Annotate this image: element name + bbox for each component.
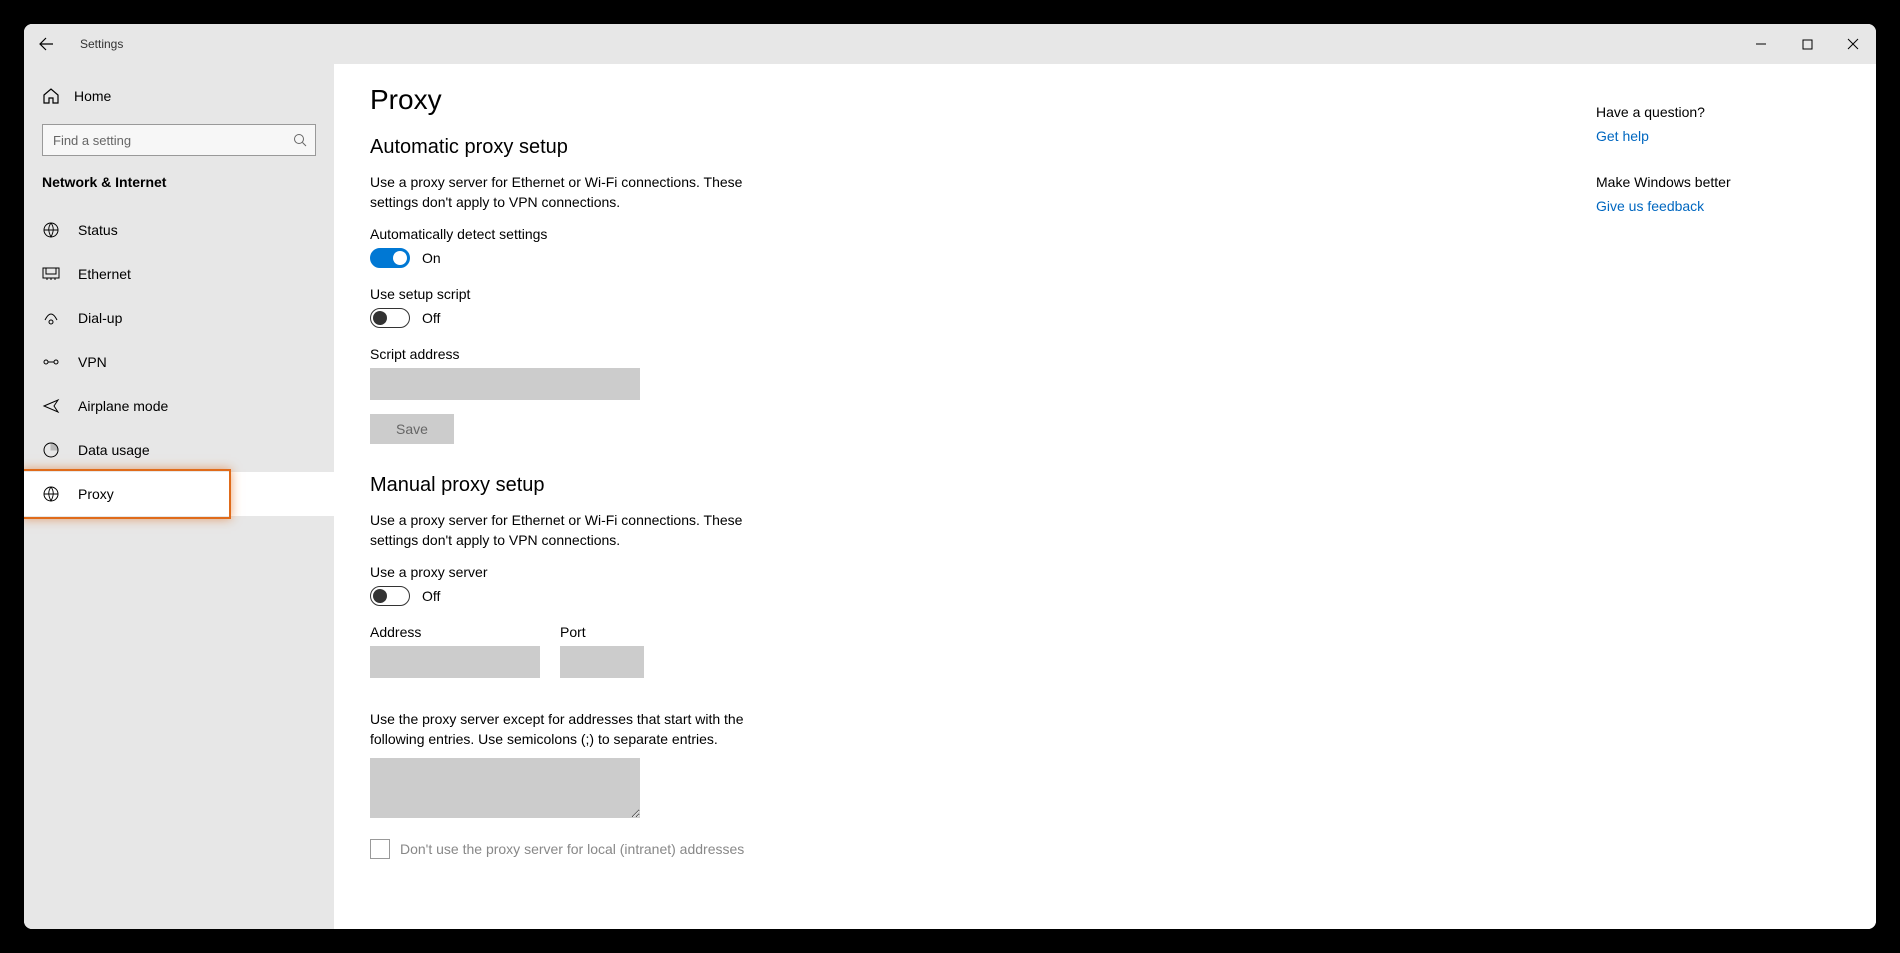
sidebar-item-label: Airplane mode	[78, 398, 168, 414]
sidebar-item-vpn[interactable]: VPN	[24, 340, 334, 384]
sidebar-item-label: Ethernet	[78, 266, 131, 282]
window-title: Settings	[80, 37, 123, 51]
status-icon	[42, 221, 60, 239]
sidebar-item-airplane[interactable]: Airplane mode	[24, 384, 334, 428]
vpn-icon	[42, 353, 60, 371]
search-icon	[293, 133, 307, 147]
ethernet-icon	[42, 265, 60, 283]
airplane-icon	[42, 397, 60, 415]
use-proxy-label: Use a proxy server	[370, 564, 1840, 580]
sidebar-item-label: Data usage	[78, 442, 150, 458]
search-input[interactable]	[51, 132, 293, 149]
auto-save-button: Save	[370, 414, 454, 444]
address-input	[370, 646, 540, 678]
sidebar-item-proxy[interactable]: Proxy	[24, 472, 334, 516]
section-manual-title: Manual proxy setup	[370, 474, 1840, 497]
manual-description: Use a proxy server for Ethernet or Wi-Fi…	[370, 511, 770, 550]
right-panel: Have a question? Get help Make Windows b…	[1596, 104, 1836, 244]
close-icon	[1847, 38, 1859, 50]
exceptions-label: Use the proxy server except for addresse…	[370, 710, 770, 749]
sidebar-item-label: Proxy	[78, 486, 114, 502]
minimize-icon	[1755, 38, 1767, 50]
auto-detect-state: On	[422, 250, 441, 266]
setup-script-toggle[interactable]	[370, 308, 410, 328]
script-address-label: Script address	[370, 346, 1840, 362]
settings-window: Settings Home	[24, 24, 1876, 929]
search-box[interactable]	[42, 124, 316, 156]
window-controls	[1738, 24, 1876, 64]
back-button[interactable]	[24, 24, 68, 64]
sidebar-item-label: VPN	[78, 354, 107, 370]
maximize-button[interactable]	[1784, 24, 1830, 64]
question-heading: Have a question?	[1596, 104, 1836, 120]
home-icon	[42, 87, 60, 105]
maximize-icon	[1802, 39, 1813, 50]
auto-detect-toggle[interactable]	[370, 248, 410, 268]
get-help-link[interactable]: Get help	[1596, 128, 1836, 144]
back-arrow-icon	[38, 36, 54, 52]
dialup-icon	[42, 309, 60, 327]
exceptions-input	[370, 758, 640, 818]
category-label: Network & Internet	[24, 166, 334, 202]
sidebar-item-datausage[interactable]: Data usage	[24, 428, 334, 472]
title-bar: Settings	[24, 24, 1876, 64]
local-intranet-checkbox[interactable]	[370, 839, 390, 859]
local-intranet-label: Don't use the proxy server for local (in…	[400, 841, 744, 857]
sidebar-item-dialup[interactable]: Dial-up	[24, 296, 334, 340]
datausage-icon	[42, 441, 60, 459]
use-proxy-toggle[interactable]	[370, 586, 410, 606]
window-body: Home Network & Internet Status	[24, 64, 1876, 929]
setup-script-label: Use setup script	[370, 286, 1840, 302]
proxy-icon	[42, 485, 60, 503]
use-proxy-state: Off	[422, 588, 440, 604]
sidebar-item-label: Dial-up	[78, 310, 122, 326]
close-button[interactable]	[1830, 24, 1876, 64]
port-input	[560, 646, 644, 678]
setup-script-state: Off	[422, 310, 440, 326]
sidebar: Home Network & Internet Status	[24, 64, 334, 929]
port-label: Port	[560, 624, 644, 640]
better-heading: Make Windows better	[1596, 174, 1836, 190]
sidebar-item-ethernet[interactable]: Ethernet	[24, 252, 334, 296]
home-label: Home	[74, 88, 111, 104]
home-button[interactable]: Home	[24, 74, 334, 118]
minimize-button[interactable]	[1738, 24, 1784, 64]
auto-description: Use a proxy server for Ethernet or Wi-Fi…	[370, 173, 770, 212]
sidebar-item-status[interactable]: Status	[24, 208, 334, 252]
sidebar-item-label: Status	[78, 222, 118, 238]
feedback-link[interactable]: Give us feedback	[1596, 198, 1836, 214]
address-label: Address	[370, 624, 540, 640]
script-address-input	[370, 368, 640, 400]
main-content: Proxy Automatic proxy setup Use a proxy …	[334, 64, 1876, 929]
